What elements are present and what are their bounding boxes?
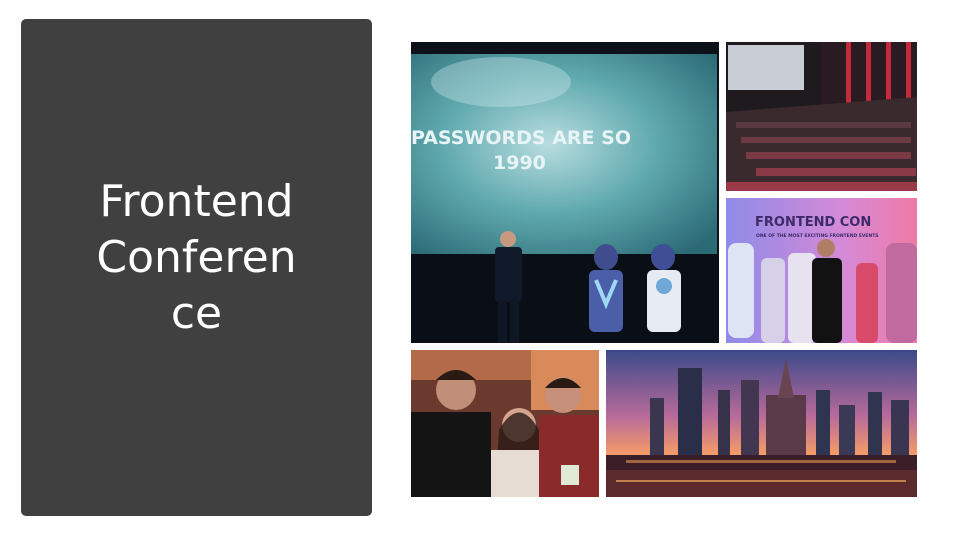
skyline-photo bbox=[606, 350, 917, 497]
slide-title: Frontend Conferen ce bbox=[21, 174, 372, 342]
stage-photo: PASSWORDS ARE SO 1990 bbox=[411, 42, 719, 343]
screen-text-line-2: 1990 bbox=[493, 152, 546, 174]
banner-heading: FRONTEND CON bbox=[755, 215, 871, 230]
auditorium-photo bbox=[726, 42, 917, 191]
title-panel: Frontend Conferen ce bbox=[21, 19, 372, 516]
slide-title-line-2: Conferen bbox=[96, 232, 297, 283]
selfie-photo bbox=[411, 350, 599, 497]
screen-text-line-1: PASSWORDS ARE SO bbox=[411, 127, 631, 149]
banner-tagline: ONE OF THE MOST EXCITING FRONTEND EVENTS bbox=[756, 233, 879, 239]
slide-title-line-3: ce bbox=[170, 288, 223, 339]
slide-title-line-1: Frontend bbox=[99, 176, 294, 227]
banner-photo: FRONTEND CON ONE OF THE MOST EXCITING FR… bbox=[726, 198, 917, 343]
